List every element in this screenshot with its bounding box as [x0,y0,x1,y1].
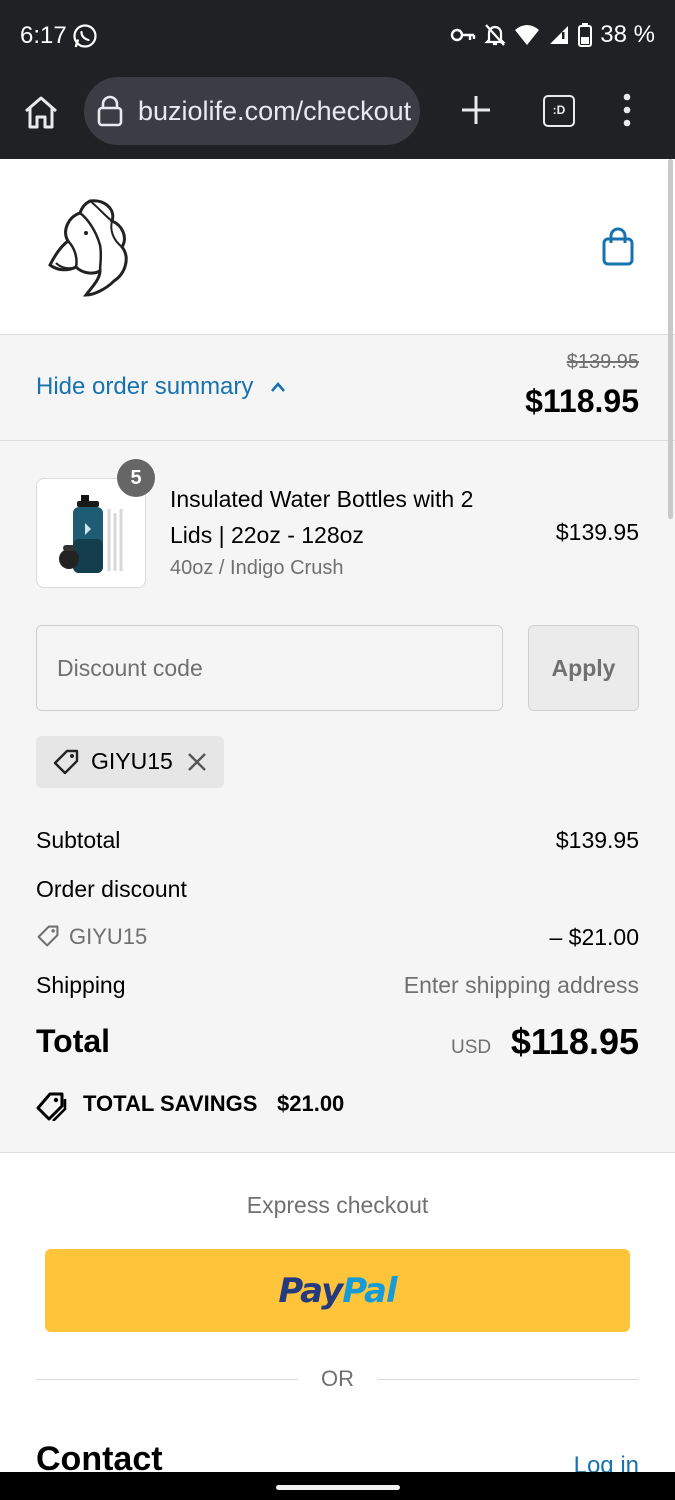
shipping-label: Shipping [36,972,126,998]
product-variant: 40oz / Indigo Crush [170,557,344,579]
order-summary-toggle[interactable]: Hide order summary $139.95 $118.95 [0,335,675,441]
url-text: buziolife.com/checkout [138,96,412,126]
total-label: Total [36,1023,111,1059]
divider-right [377,1379,639,1380]
remove-discount-icon[interactable] [186,751,208,773]
more-options-icon[interactable] [614,92,640,128]
subtotal-value: $139.95 [555,827,639,853]
notifications-off-icon [484,24,506,46]
order-discount-label: Order discount [36,876,187,902]
total-value: $118.95 [510,1021,639,1062]
home-gesture-handle[interactable] [276,1485,400,1490]
applied-discount-chip: GIYU15 [36,736,224,788]
tab-switcher-button[interactable]: :D [543,95,575,127]
product-price: $139.95 [555,519,639,545]
paypal-logo: PayPal [278,1270,397,1311]
whatsapp-icon [73,24,97,48]
status-bar: 6:17 38 % [0,0,675,72]
wifi-icon [515,25,540,45]
total-savings-label: TOTAL SAVINGS [83,1091,258,1116]
shipping-value: Enter shipping address [403,972,639,998]
subtotal-label: Subtotal [36,827,121,853]
home-icon[interactable] [20,92,62,134]
applied-discount-code: GIYU15 [91,748,173,774]
battery-icon [578,23,593,47]
page-scrollbar[interactable] [668,159,673,519]
apply-discount-button[interactable]: Apply [528,625,639,711]
total-savings-value: $21.00 [277,1091,345,1116]
browser-toolbar: buziolife.com/checkout :D [0,72,675,159]
discounted-total: $118.95 [525,383,639,419]
express-checkout-title: Express checkout [246,1192,429,1218]
lion-logo[interactable] [42,195,132,299]
paypal-button[interactable]: PayPal [45,1249,630,1332]
chevron-up-icon[interactable] [268,379,288,395]
vpn-key-icon [451,28,476,42]
original-total: $139.95 [566,351,639,373]
hide-order-summary-link[interactable]: Hide order summary [36,373,253,401]
order-summary: Hide order summary $139.95 $118.95 5 Ins… [0,335,675,1153]
status-time: 6:17 [20,22,67,49]
address-bar[interactable]: buziolife.com/checkout [84,77,420,145]
quantity-badge: 5 [117,459,155,497]
total-currency: USD [451,1037,492,1058]
lock-icon [97,95,123,127]
shopping-bag-icon[interactable] [600,227,636,267]
savings-tag-icon [36,1092,67,1121]
signal-icon [550,26,569,44]
tag-icon [37,925,59,947]
status-indicators: 38 % [450,20,655,50]
order-discount-value: – $21.00 [549,924,639,950]
paypal-logo-part1: Pay [278,1270,343,1311]
new-tab-icon[interactable] [458,92,494,128]
order-discount-code: GIYU15 [69,924,148,949]
site-header [0,159,675,335]
discount-code-input[interactable] [36,625,503,711]
battery-percentage: 38 % [600,21,655,48]
product-name: Insulated Water Bottles with 2 Lids | 22… [170,486,474,548]
paypal-logo-part2: Pal [342,1270,397,1311]
tag-icon [53,749,79,775]
